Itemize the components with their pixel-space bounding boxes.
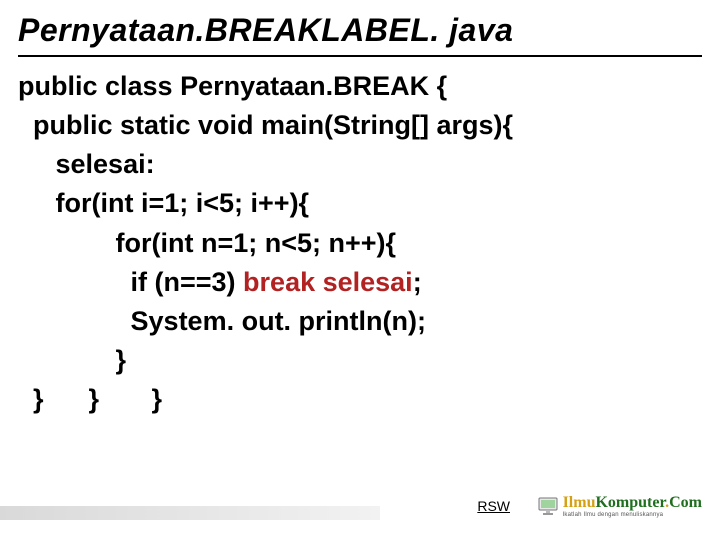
code-line-2: public static void main(String[] args){ [18,110,513,140]
code-block: public class Pernyataan.BREAK { public s… [18,67,702,419]
code-line-3: selesai: [18,149,155,179]
logo-word-ilmu: Ilmu [563,494,596,511]
slide-title: Pernyataan.BREAKLABEL. java [18,12,702,55]
logo-word-com: Com [669,494,702,511]
code-line-1: public class Pernyataan.BREAK { [18,71,447,101]
footer-logo-text: IlmuKomputer.Com Ikatlah Ilmu dengan men… [563,495,702,518]
code-line-6-post: ; [413,267,422,297]
code-line-6-pre: if (n==3) [18,267,243,297]
footer-rsw: RSW [477,498,510,514]
code-line-6-highlight: break selesai [243,267,413,297]
code-line-9: } } } [18,384,162,414]
code-line-4: for(int i=1; i<5; i++){ [18,188,309,218]
monitor-icon [537,496,559,518]
footer-bar [0,506,380,520]
code-line-5: for(int n=1; n<5; n++){ [18,228,396,258]
code-line-8: } [18,345,126,375]
slide: Pernyataan.BREAKLABEL. java public class… [0,0,720,540]
logo-word-komputer: Komputer [595,494,665,511]
footer-logo-main: IlmuKomputer.Com [563,495,702,511]
footer-logo: IlmuKomputer.Com Ikatlah Ilmu dengan men… [537,495,702,518]
footer-logo-sub: Ikatlah Ilmu dengan menuliskannya [563,512,702,518]
code-line-7: System. out. println(n); [18,306,426,336]
footer: RSW IlmuKomputer.Com Ikatlah Ilmu dengan… [0,490,720,520]
title-rule [18,55,702,57]
